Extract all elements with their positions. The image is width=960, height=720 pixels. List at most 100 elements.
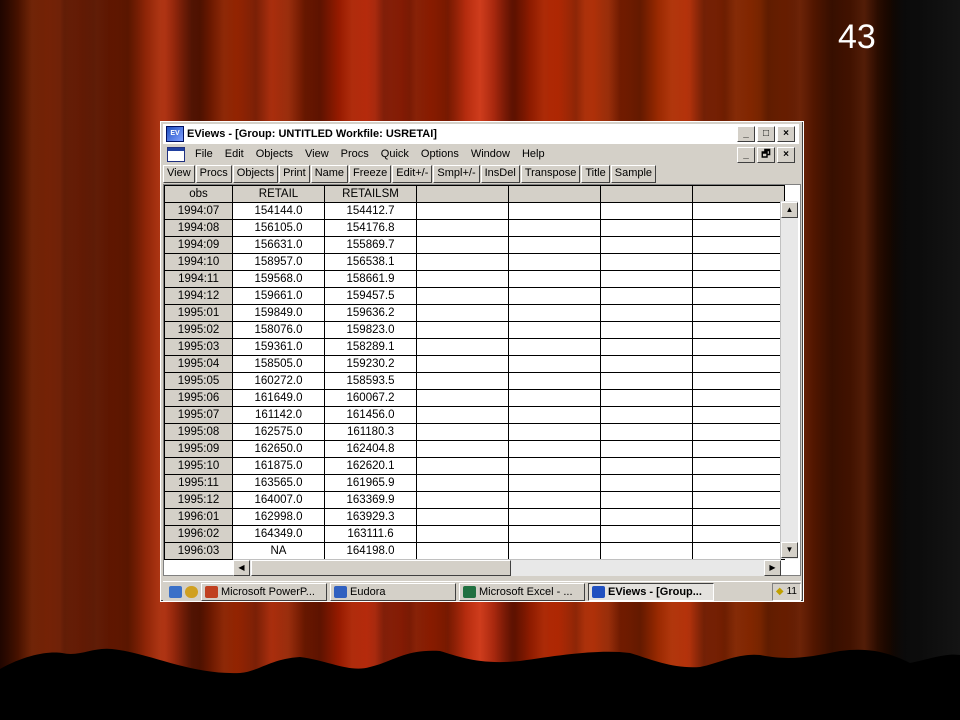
empty-cell[interactable] <box>692 202 785 220</box>
retail-cell[interactable]: 163565.0 <box>232 474 325 492</box>
retailsm-cell[interactable]: 158289.1 <box>324 338 417 356</box>
obs-cell[interactable]: 1994:08 <box>164 219 233 237</box>
freeze-button[interactable]: Freeze <box>349 164 392 183</box>
eviews-app-icon[interactable]: EV <box>166 126 184 142</box>
empty-cell[interactable] <box>600 440 693 458</box>
empty-cell[interactable] <box>508 542 601 560</box>
obs-cell[interactable]: 1995:07 <box>164 406 233 424</box>
retailsm-cell[interactable]: 163111.6 <box>324 525 417 543</box>
retail-cell[interactable]: 156105.0 <box>232 219 325 237</box>
retailsm-cell[interactable]: 158593.5 <box>324 372 417 390</box>
empty-cell[interactable] <box>508 491 601 509</box>
table-row[interactable]: 1995:09 162650.0 162404.8 <box>164 440 785 458</box>
retailsm-cell[interactable]: 154412.7 <box>324 202 417 220</box>
scroll-left-button[interactable]: ◀ <box>233 560 250 576</box>
transpose-button[interactable]: Transpose <box>520 164 581 183</box>
obs-cell[interactable]: 1994:10 <box>164 253 233 271</box>
retailsm-cell[interactable]: 163369.9 <box>324 491 417 509</box>
minimize-button[interactable]: _ <box>737 126 755 142</box>
empty-cell[interactable] <box>692 423 785 441</box>
empty-cell[interactable] <box>416 542 509 560</box>
empty-cell[interactable] <box>508 525 601 543</box>
empty-cell[interactable] <box>600 219 693 237</box>
table-row[interactable]: 1995:05 160272.0 158593.5 <box>164 372 785 390</box>
table-row[interactable]: 1995:06 161649.0 160067.2 <box>164 389 785 407</box>
retail-cell[interactable]: 159568.0 <box>232 270 325 288</box>
vertical-scrollbar[interactable]: ▲ ▼ <box>780 201 798 559</box>
table-row[interactable]: 1995:08 162575.0 161180.3 <box>164 423 785 441</box>
empty-cell[interactable] <box>416 525 509 543</box>
taskbar-button[interactable]: Microsoft PowerP... <box>201 583 327 601</box>
empty-cell[interactable] <box>416 321 509 339</box>
empty-cell[interactable] <box>508 338 601 356</box>
menu-help[interactable]: Help <box>516 148 551 160</box>
empty-cell[interactable] <box>600 321 693 339</box>
empty-cell[interactable] <box>692 406 785 424</box>
retail-cell[interactable]: 159849.0 <box>232 304 325 322</box>
empty-cell[interactable] <box>600 491 693 509</box>
menu-quick[interactable]: Quick <box>375 148 415 160</box>
empty-cell[interactable] <box>600 457 693 475</box>
menu-procs[interactable]: Procs <box>335 148 375 160</box>
empty-cell[interactable] <box>416 508 509 526</box>
retailsm-cell[interactable]: 160067.2 <box>324 389 417 407</box>
empty-cell[interactable] <box>692 236 785 254</box>
quicklaunch-icon[interactable] <box>169 586 182 598</box>
obs-cell[interactable]: 1995:06 <box>164 389 233 407</box>
empty-cell[interactable] <box>416 253 509 271</box>
title-bar[interactable]: EV EViews - [Group: UNTITLED Workfile: U… <box>163 124 799 144</box>
insdel-button[interactable]: InsDel <box>480 164 520 183</box>
empty-cell[interactable] <box>416 389 509 407</box>
menu-window[interactable]: Window <box>465 148 516 160</box>
empty-cell[interactable] <box>600 389 693 407</box>
obs-cell[interactable]: 1994:12 <box>164 287 233 305</box>
empty-cell[interactable] <box>692 304 785 322</box>
obs-cell[interactable]: 1994:07 <box>164 202 233 220</box>
retail-cell[interactable]: 159661.0 <box>232 287 325 305</box>
retail-cell[interactable]: 154144.0 <box>232 202 325 220</box>
doc-minimize-button[interactable]: _ <box>737 147 755 163</box>
empty-cell[interactable] <box>416 491 509 509</box>
retail-cell[interactable]: 160272.0 <box>232 372 325 390</box>
header-obs[interactable]: obs <box>164 185 233 203</box>
empty-cell[interactable] <box>600 287 693 305</box>
horizontal-scrollbar[interactable]: ◀ ▶ <box>233 559 781 576</box>
empty-cell[interactable] <box>600 236 693 254</box>
menu-view[interactable]: View <box>299 148 335 160</box>
title-button[interactable]: Title <box>581 164 610 183</box>
empty-cell[interactable] <box>508 202 601 220</box>
table-row[interactable]: 1996:02 164349.0 163111.6 <box>164 525 785 543</box>
obs-cell[interactable]: 1995:05 <box>164 372 233 390</box>
table-row[interactable]: 1995:04 158505.0 159230.2 <box>164 355 785 373</box>
empty-cell[interactable] <box>508 457 601 475</box>
empty-cell[interactable] <box>692 372 785 390</box>
empty-cell[interactable] <box>416 304 509 322</box>
empty-cell[interactable] <box>600 508 693 526</box>
scroll-down-button[interactable]: ▼ <box>781 542 798 558</box>
header-empty[interactable] <box>508 185 601 203</box>
retailsm-cell[interactable]: 159230.2 <box>324 355 417 373</box>
obs-cell[interactable]: 1995:02 <box>164 321 233 339</box>
table-row[interactable]: 1994:09 156631.0 155869.7 <box>164 236 785 254</box>
obs-cell[interactable]: 1994:09 <box>164 236 233 254</box>
table-row[interactable]: 1996:01 162998.0 163929.3 <box>164 508 785 526</box>
document-icon[interactable] <box>167 146 185 162</box>
retail-cell[interactable]: 159361.0 <box>232 338 325 356</box>
empty-cell[interactable] <box>416 474 509 492</box>
empty-cell[interactable] <box>416 338 509 356</box>
empty-cell[interactable] <box>600 270 693 288</box>
sample-button[interactable]: Sample <box>610 164 657 183</box>
menu-objects[interactable]: Objects <box>250 148 299 160</box>
table-row[interactable]: 1995:07 161142.0 161456.0 <box>164 406 785 424</box>
name-button[interactable]: Name <box>310 164 349 183</box>
empty-cell[interactable] <box>416 457 509 475</box>
taskbar-button[interactable]: Eudora <box>330 583 456 601</box>
retail-cell[interactable]: 161649.0 <box>232 389 325 407</box>
retailsm-cell[interactable]: 161965.9 <box>324 474 417 492</box>
obs-cell[interactable]: 1994:11 <box>164 270 233 288</box>
scroll-up-button[interactable]: ▲ <box>781 202 798 218</box>
empty-cell[interactable] <box>508 423 601 441</box>
retail-cell[interactable]: 158076.0 <box>232 321 325 339</box>
taskbar-button[interactable]: EViews - [Group... <box>588 583 714 601</box>
empty-cell[interactable] <box>600 406 693 424</box>
